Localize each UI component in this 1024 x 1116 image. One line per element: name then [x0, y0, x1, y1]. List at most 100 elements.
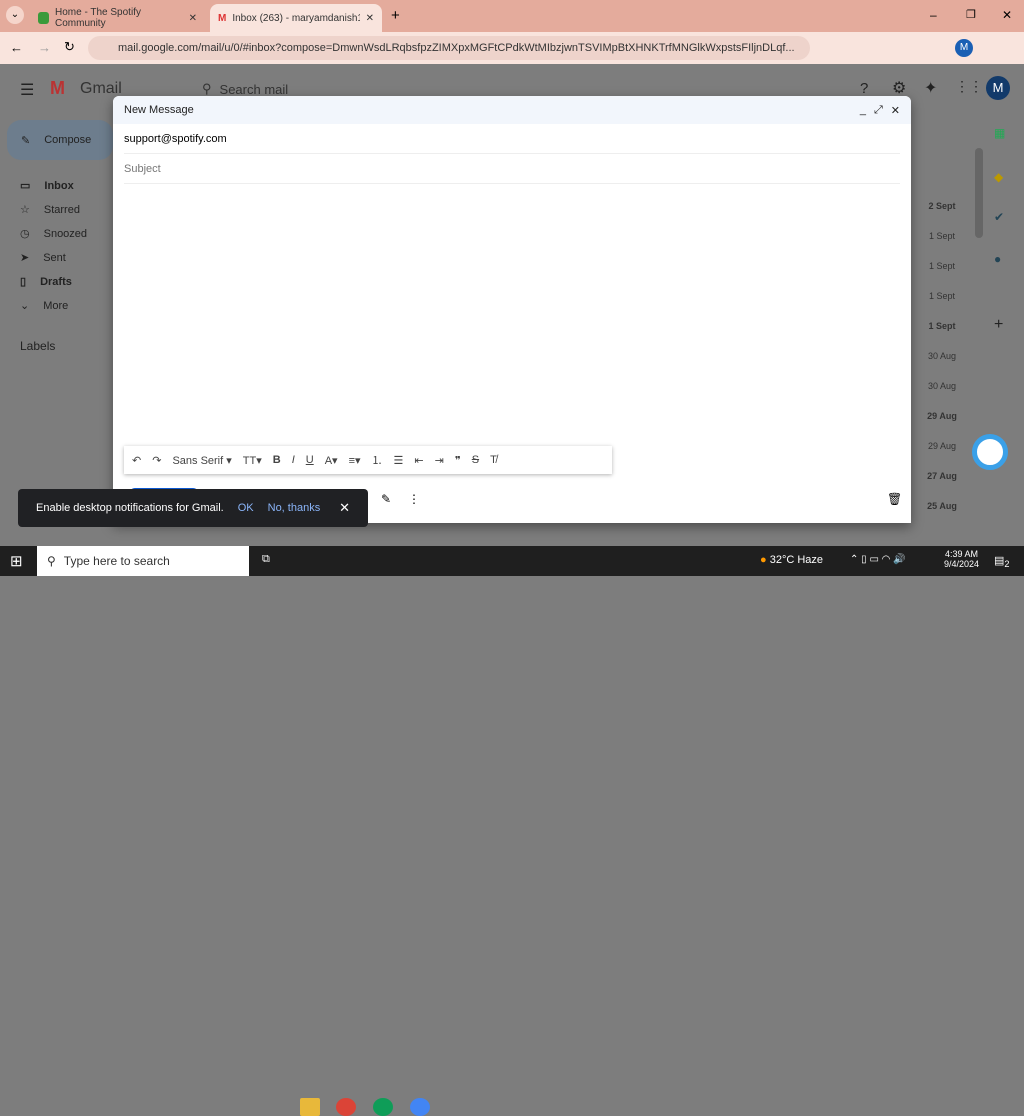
windows-start-icon[interactable]: ⊞: [10, 552, 23, 570]
email-date: 30 Aug: [927, 351, 957, 361]
send-icon: ➤: [20, 252, 30, 264]
more-options-icon[interactable]: ⋮: [408, 492, 420, 506]
remove-formatting-icon[interactable]: T̸: [490, 454, 497, 466]
undo-icon[interactable]: ↶: [132, 454, 141, 467]
close-icon[interactable]: ✕: [339, 500, 350, 516]
taskbar-search-input[interactable]: ⚲ Type here to search: [37, 546, 249, 576]
sidebar-item-sent[interactable]: ➤ Sent: [20, 251, 66, 265]
sidebar-item-drafts[interactable]: ▯ Drafts: [20, 275, 72, 289]
tab-search-button[interactable]: ⌄: [6, 6, 24, 24]
bulleted-list-icon[interactable]: ☰: [394, 454, 404, 467]
fullscreen-icon[interactable]: ⤢: [874, 104, 883, 117]
add-addon-icon[interactable]: +: [994, 316, 1003, 334]
indent-less-icon[interactable]: ⇤: [414, 454, 423, 467]
clock[interactable]: 4:39 AM 9/4/2024: [944, 549, 979, 569]
assistant-extension-icon[interactable]: [972, 434, 1008, 470]
gemini-sparkle-icon[interactable]: ✦: [924, 78, 937, 98]
star-icon: ☆: [20, 204, 30, 216]
pencil-icon: ✎: [21, 134, 31, 147]
back-icon[interactable]: ←: [10, 40, 23, 55]
settings-gear-icon[interactable]: ⚙: [892, 78, 906, 98]
profile-avatar[interactable]: M: [955, 39, 973, 57]
formatting-toolbar: ↶ ↷ Sans Serif ▾ TT▾ B I U A▾ ≡▾ ⒈ ☰ ⇤ ⇥ ❞ S T̸: [124, 446, 612, 474]
tab-gmail-inbox[interactable]: MInbox (263) - maryamdanish19…✕: [210, 4, 382, 32]
clock-icon: ◷: [20, 228, 30, 240]
subject-field[interactable]: Subject: [124, 154, 900, 184]
task-view-icon[interactable]: ⧉: [262, 553, 270, 566]
sidebar-item-snoozed[interactable]: ◷ Snoozed: [20, 227, 87, 241]
inbox-icon: ▭: [20, 180, 31, 192]
email-date: 29 Aug: [927, 441, 957, 451]
scrollbar[interactable]: [975, 148, 983, 238]
sidebar-item-inbox[interactable]: ▭ Inbox: [20, 179, 74, 193]
draft-icon: ▯: [20, 276, 27, 288]
indent-more-icon[interactable]: ⇥: [435, 454, 444, 467]
system-tray-icons[interactable]: ⌃ ▯ ▭ ◠ 🔊: [850, 554, 906, 565]
signature-pen-icon[interactable]: ✎: [381, 492, 391, 506]
email-date: 1 Sept: [928, 291, 956, 301]
gmail-icon: M: [218, 12, 227, 24]
minimize-icon[interactable]: _: [860, 104, 866, 117]
align-icon[interactable]: ≡▾: [349, 454, 361, 467]
minimize-button[interactable]: –: [930, 8, 937, 22]
spotify-community-icon: [38, 12, 49, 24]
email-date: 29 Aug: [927, 411, 957, 421]
sidebar-item-starred[interactable]: ☆ Starred: [20, 203, 80, 217]
ok-button[interactable]: OK: [238, 502, 254, 514]
font-select[interactable]: Sans Serif ▾: [172, 454, 231, 467]
keep-icon[interactable]: ◆: [994, 170, 1003, 184]
chrome-profile-m-icon[interactable]: [410, 1098, 430, 1116]
tasks-icon[interactable]: ✔: [994, 210, 1004, 224]
weather-sun-icon: ●: [760, 554, 767, 566]
no-thanks-button[interactable]: No, thanks: [268, 502, 321, 514]
weather-widget[interactable]: ● 32°C Haze: [760, 554, 823, 566]
quote-icon[interactable]: ❞: [455, 454, 461, 467]
close-tab-icon[interactable]: ✕: [189, 13, 197, 24]
sidebar-item-more[interactable]: ⌄ More: [20, 299, 68, 313]
bold-icon[interactable]: B: [273, 454, 281, 466]
compose-title: New Message: [124, 104, 194, 116]
compose-button[interactable]: ✎ Compose: [7, 120, 113, 160]
file-explorer-icon[interactable]: [300, 1098, 320, 1116]
window-close-button[interactable]: ✕: [1002, 8, 1012, 22]
close-tab-icon[interactable]: ✕: [366, 13, 374, 24]
account-avatar[interactable]: M: [986, 76, 1010, 100]
url-input[interactable]: mail.google.com/mail/u/0/#inbox?compose=…: [88, 36, 810, 60]
chrome-profile-s-icon[interactable]: [373, 1098, 393, 1116]
search-icon: ⚲: [202, 81, 212, 96]
notification-toast: Enable desktop notifications for Gmail. …: [18, 489, 368, 527]
compose-header: New Message _ ⤢ ✕: [113, 96, 911, 124]
new-tab-button[interactable]: +: [391, 7, 400, 24]
chevron-down-icon: ⌄: [20, 300, 30, 312]
message-body[interactable]: [124, 186, 900, 441]
notification-center-icon[interactable]: ▤2: [994, 554, 1010, 569]
email-date: 25 Aug: [927, 501, 957, 511]
tab-spotify-community[interactable]: Home - The Spotify Community ✕: [30, 4, 205, 32]
email-date: 2 Sept: [928, 201, 956, 211]
reload-icon[interactable]: ↻: [64, 39, 75, 55]
close-icon[interactable]: ✕: [891, 104, 900, 117]
calendar-icon[interactable]: ▦: [994, 126, 1005, 140]
strikethrough-icon[interactable]: S: [472, 454, 479, 466]
gmail-logo-icon: M: [50, 78, 65, 98]
text-color-icon[interactable]: A▾: [325, 454, 338, 467]
numbered-list-icon[interactable]: ⒈: [372, 452, 383, 468]
font-size-icon[interactable]: TT▾: [243, 454, 262, 467]
restore-button[interactable]: ❐: [966, 8, 976, 21]
to-field[interactable]: support@spotify.com: [124, 124, 900, 154]
email-date: 1 Sept: [928, 261, 956, 271]
help-icon[interactable]: ?: [860, 80, 868, 97]
email-date: 1 Sept: [928, 321, 956, 331]
underline-icon[interactable]: U: [306, 454, 314, 466]
compose-dialog: New Message _ ⤢ ✕ support@spotify.com Subje…: [113, 96, 911, 523]
chrome-profile-d-icon[interactable]: [336, 1098, 356, 1116]
contacts-icon[interactable]: ●: [994, 252, 1001, 266]
forward-icon[interactable]: →: [38, 40, 51, 55]
discard-trash-icon[interactable]: 🗑: [887, 492, 902, 506]
italic-icon[interactable]: I: [292, 454, 295, 466]
apps-grid-icon[interactable]: ⋮⋮: [955, 78, 983, 95]
labels-heading: Labels: [20, 339, 56, 353]
email-date: 27 Aug: [927, 471, 957, 481]
redo-icon[interactable]: ↷: [152, 454, 161, 467]
main-menu-icon[interactable]: ☰: [20, 80, 34, 100]
